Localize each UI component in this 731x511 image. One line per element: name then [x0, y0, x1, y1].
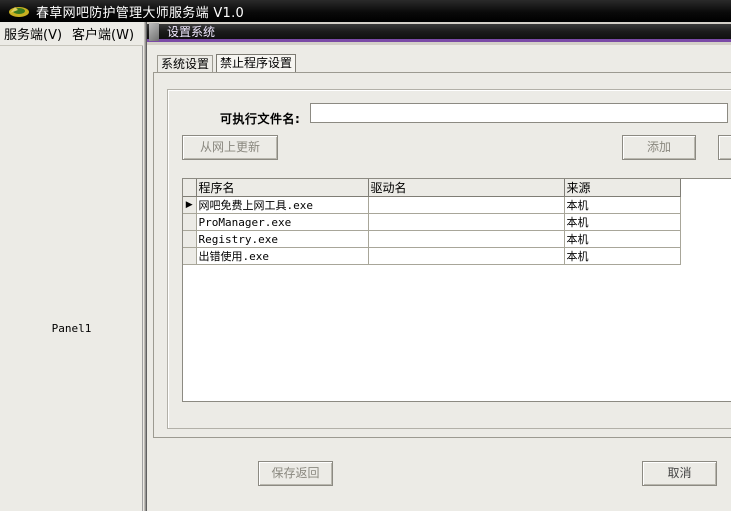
program-name-cell[interactable]: Registry.exe	[196, 230, 369, 248]
driver-name-cell[interactable]	[368, 230, 565, 248]
save-return-button[interactable]: 保存返回	[258, 461, 333, 486]
menu-server[interactable]: 服务端(V)	[4, 24, 62, 43]
program-table: 程序名 驱动名 来源 ▶ 网吧免费上网工具.exe 本机 ProManager.…	[182, 178, 731, 402]
left-panel: Panel1	[0, 46, 143, 511]
program-name-cell[interactable]: 出错使用.exe	[196, 247, 369, 265]
tab-panel: 可执行文件名: 从网上更新 添加 程序名 驱动名 来源 ▶ 网吧免费上网工具.e…	[153, 72, 731, 438]
program-name-cell[interactable]: 网吧免费上网工具.exe	[196, 196, 369, 214]
dialog-content: 系统设置 禁止程序设置 可执行文件名: 从网上更新 添加 程序名 驱动名 来源 …	[147, 45, 731, 511]
exe-name-input[interactable]	[310, 103, 728, 123]
driver-name-cell[interactable]	[368, 247, 565, 265]
table-row[interactable]: Registry.exe 本机	[183, 230, 681, 248]
row-indicator	[183, 247, 197, 265]
delete-button[interactable]	[718, 135, 731, 160]
add-button[interactable]: 添加	[622, 135, 696, 160]
row-indicator	[183, 230, 197, 248]
dialog-titlebar: 设置系统	[147, 22, 731, 42]
app-logo-icon	[9, 7, 29, 17]
driver-name-cell[interactable]	[368, 213, 565, 231]
column-header-source[interactable]: 来源	[564, 179, 681, 197]
titlebar-corner-icon	[149, 22, 159, 41]
menu-client[interactable]: 客户端(W)	[72, 24, 134, 43]
source-cell[interactable]: 本机	[564, 230, 681, 248]
dialog-title: 设置系统	[167, 25, 216, 39]
current-row-arrow-icon: ▶	[183, 196, 197, 214]
table-row[interactable]: 出错使用.exe 本机	[183, 247, 681, 265]
exe-name-label: 可执行文件名:	[220, 112, 301, 126]
table-header-row: 程序名 驱动名 来源	[183, 179, 681, 197]
source-cell[interactable]: 本机	[564, 196, 681, 214]
settings-group: 可执行文件名: 从网上更新 添加 程序名 驱动名 来源 ▶ 网吧免费上网工具.e…	[167, 89, 731, 429]
source-cell[interactable]: 本机	[564, 247, 681, 265]
program-name-cell[interactable]: ProManager.exe	[196, 213, 369, 231]
column-header-driver[interactable]: 驱动名	[368, 179, 565, 197]
window-title: 春草网吧防护管理大师服务端 V1.0	[36, 5, 245, 21]
tab-system-settings[interactable]: 系统设置	[157, 55, 214, 72]
menubar: 服务端(V) 客户端(W) 查	[0, 22, 146, 46]
source-cell[interactable]: 本机	[564, 213, 681, 231]
column-header-program[interactable]: 程序名	[196, 179, 369, 197]
row-indicator	[183, 213, 197, 231]
row-indicator-header	[183, 179, 197, 197]
table-row[interactable]: ▶ 网吧免费上网工具.exe 本机	[183, 196, 681, 214]
table-row[interactable]: ProManager.exe 本机	[183, 213, 681, 231]
panel-caption: Panel1	[51, 322, 92, 335]
tab-forbidden-programs[interactable]: 禁止程序设置	[216, 54, 297, 73]
cancel-button[interactable]: 取消	[642, 461, 717, 486]
update-from-web-button[interactable]: 从网上更新	[182, 135, 278, 160]
driver-name-cell[interactable]	[368, 196, 565, 214]
window-titlebar: 春草网吧防护管理大师服务端 V1.0	[0, 0, 731, 22]
